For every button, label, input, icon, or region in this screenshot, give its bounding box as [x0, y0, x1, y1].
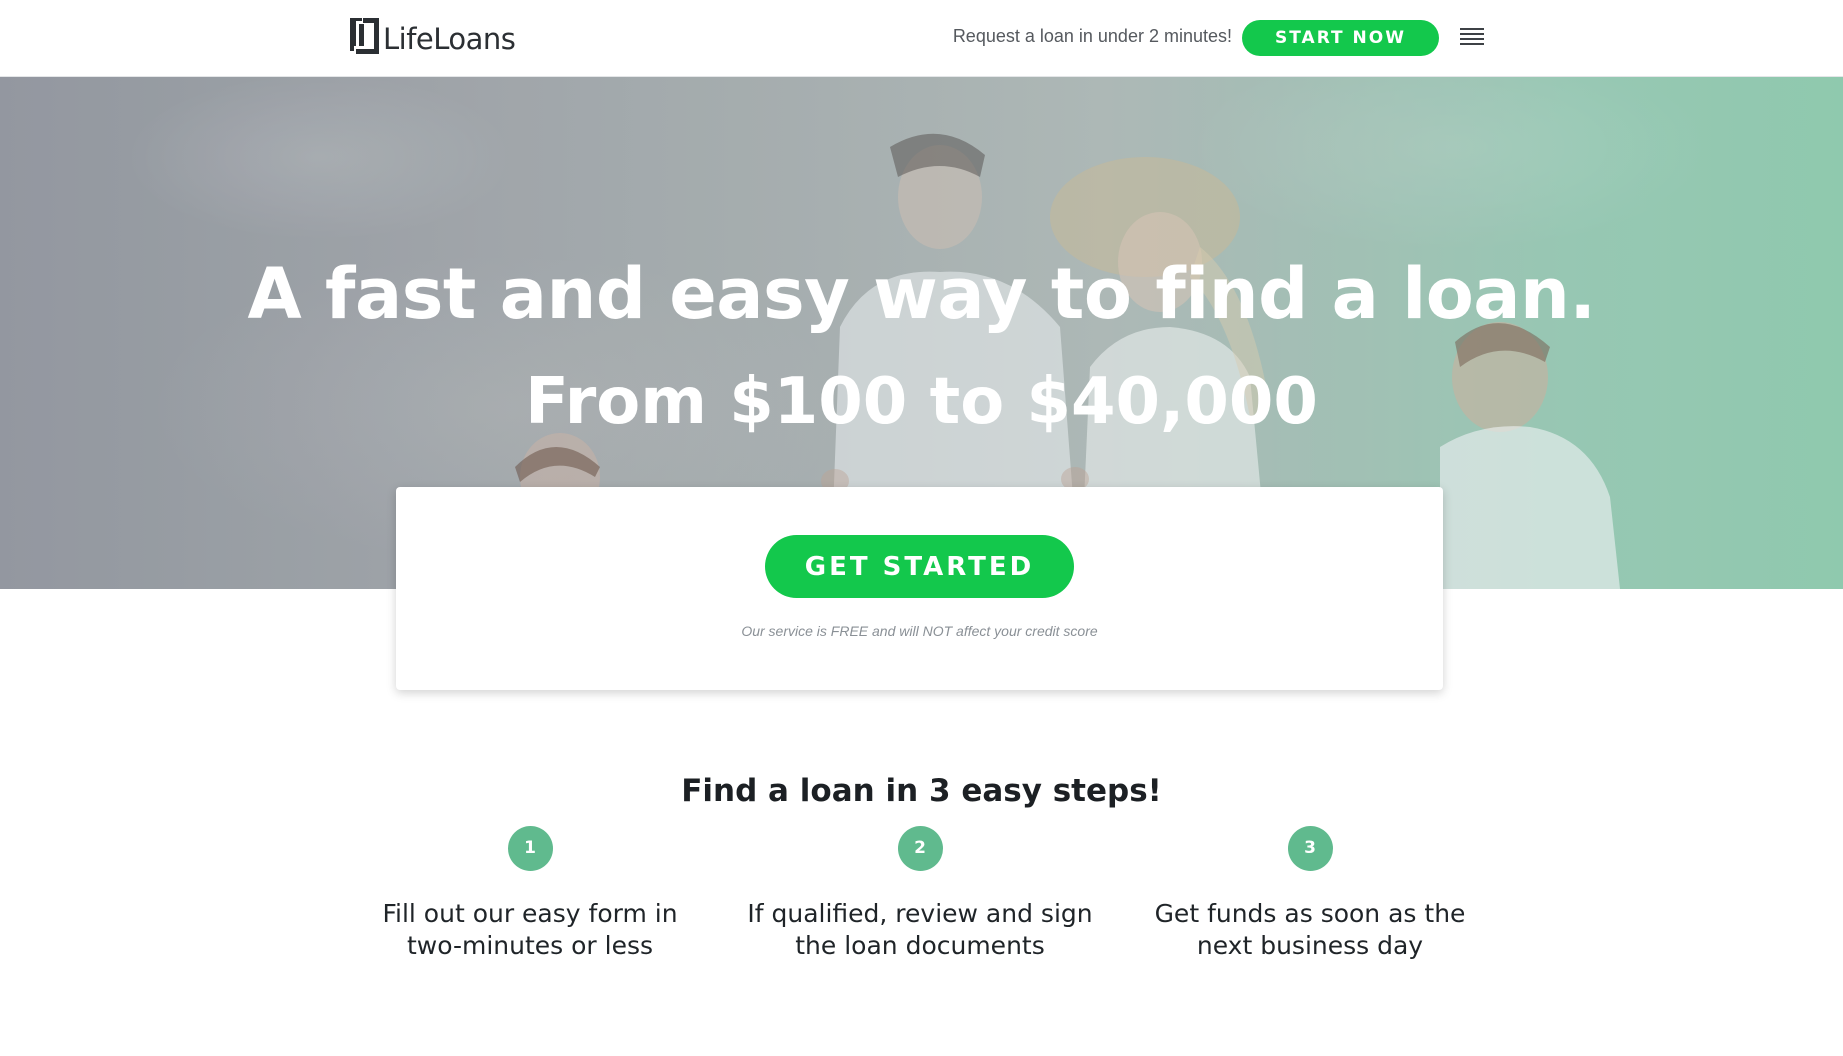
lifeloans-logo[interactable]: LifeLoans — [350, 16, 516, 56]
hamburger-menu-icon[interactable] — [1460, 28, 1484, 48]
hero-subtitle: From $100 to $40,000 — [525, 365, 1318, 440]
top-nav-bar: LifeLoans Request a loan in under 2 minu… — [0, 0, 1843, 77]
step-number-badge: 2 — [897, 826, 943, 871]
step-2: 2 If qualified, review and sign the loan… — [735, 826, 1105, 962]
step-description: Fill out our easy form in two-minutes or… — [382, 899, 678, 960]
steps-heading: Find a loan in 3 easy steps! — [681, 773, 1162, 809]
get-started-button[interactable]: GET STARTED — [765, 535, 1074, 598]
logo-mark-icon — [350, 18, 379, 54]
step-number-badge: 3 — [1287, 826, 1333, 871]
logo-text: LifeLoans — [383, 22, 516, 56]
step-description: If qualified, review and sign the loan d… — [747, 899, 1093, 960]
start-now-button[interactable]: START NOW — [1242, 20, 1439, 56]
get-started-card: GET STARTED Our service is FREE and will… — [396, 487, 1443, 690]
step-3: 3 Get funds as soon as the next business… — [1125, 826, 1495, 962]
credit-score-disclaimer: Our service is FREE and will NOT affect … — [741, 623, 1098, 639]
header-tagline: Request a loan in under 2 minutes! — [952, 26, 1232, 46]
step-number-badge: 1 — [507, 826, 553, 871]
step-description: Get funds as soon as the next business d… — [1154, 899, 1466, 960]
step-1: 1 Fill out our easy form in two-minutes … — [345, 826, 715, 962]
hero-title: A fast and easy way to find a loan. — [247, 252, 1596, 335]
